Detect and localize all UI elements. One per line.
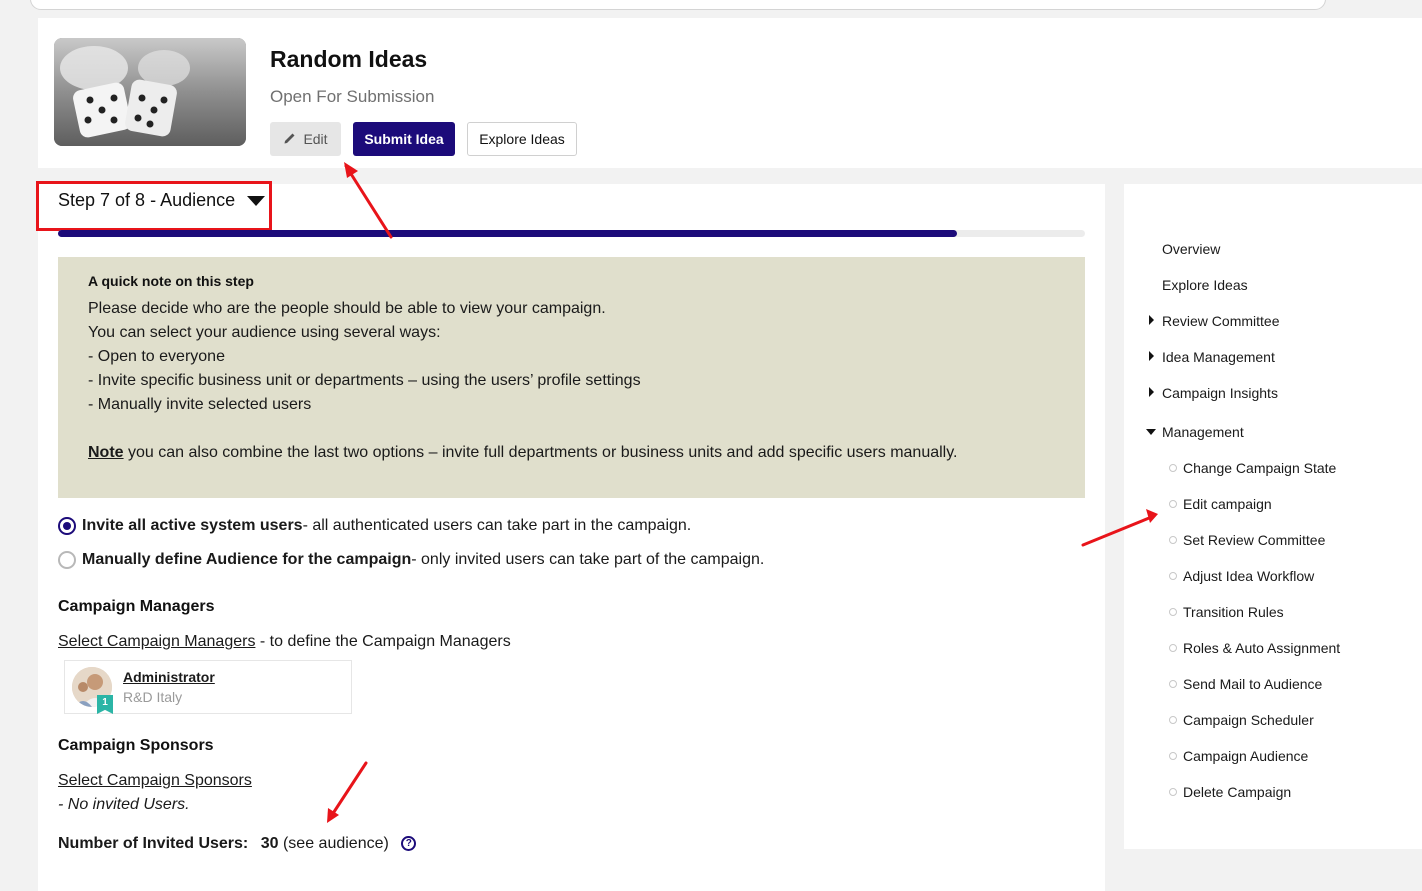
nav-roles-auto-assignment[interactable]: Roles & Auto Assignment [1183,640,1340,656]
nav-idea-management[interactable]: Idea Management [1162,349,1275,365]
explore-ideas-button[interactable]: Explore Ideas [467,122,577,156]
bullet-icon [1169,716,1177,724]
step-label: Step 7 of 8 - Audience [58,190,236,210]
audience-option-label: Manually define Audience for the campaig… [82,551,412,568]
step-selector[interactable]: Step 7 of 8 - Audience [58,190,266,211]
campaign-side-nav: Overview Explore Ideas Review Committee … [1124,184,1422,849]
campaign-status: Open For Submission [270,87,435,106]
nav-campaign-audience[interactable]: Campaign Audience [1183,748,1308,764]
radio-unselected[interactable] [58,551,76,569]
managers-line: Select Campaign Managers - to define the… [58,633,511,651]
bullet-icon [1169,680,1177,688]
step-progress-fill [58,230,957,237]
note-combine-line: Note you can also combine the last two o… [88,441,1055,465]
manager-user-card: 1 Administrator R&D Italy [64,660,352,714]
select-sponsors-link[interactable]: Select Campaign Sponsors [58,772,252,789]
step-progress-bar [58,230,1085,237]
nav-change-campaign-state[interactable]: Change Campaign State [1183,460,1336,476]
note-line: Please decide who are the people should … [88,300,606,317]
managers-link-suffix: - to define the Campaign Managers [255,633,511,650]
manager-user-dept: R&D Italy [123,689,183,705]
nav-edit-campaign[interactable]: Edit campaign [1183,496,1272,512]
nav-adjust-idea-workflow[interactable]: Adjust Idea Workflow [1183,568,1314,584]
audience-option-manual[interactable]: Manually define Audience for the campaig… [58,551,764,569]
top-bar [0,0,1422,18]
note-line: - Manually invite selected users [88,396,312,413]
select-sponsors-link-row: Select Campaign Sponsors [58,772,252,790]
bullet-icon [1169,788,1177,796]
manager-user-name[interactable]: Administrator [123,669,215,685]
nav-set-review-committee[interactable]: Set Review Committee [1183,532,1325,548]
edit-button-label: Edit [303,131,328,147]
nav-campaign-scheduler[interactable]: Campaign Scheduler [1183,712,1314,728]
bullet-icon [1169,464,1177,472]
bullet-icon [1169,644,1177,652]
help-icon[interactable]: ? [401,836,417,851]
nav-transition-rules[interactable]: Transition Rules [1183,604,1284,620]
campaign-title: Random Ideas [270,46,428,72]
caret-right-icon[interactable] [1149,387,1154,397]
caret-right-icon[interactable] [1149,315,1154,325]
nav-review-committee[interactable]: Review Committee [1162,313,1279,329]
note-line: You can select your audience using sever… [88,324,441,341]
search-bar[interactable] [30,0,1326,10]
campaign-image [54,38,246,146]
note-combine-text: you can also combine the last two option… [123,444,958,461]
note-line: - Invite specific business unit or depar… [88,372,641,389]
campaign-header: Random Ideas Open For Submission Edit Su… [38,18,1422,168]
audience-option-all[interactable]: Invite all active system users - all aut… [58,517,691,535]
see-audience-text: (see audience) [282,835,389,852]
bullet-icon [1169,608,1177,616]
bullet-icon [1169,752,1177,760]
managers-heading: Campaign Managers [58,598,215,615]
note-emphasis: Note [88,444,124,461]
note-heading: A quick note on this step [88,273,254,289]
invited-users-count: 30 [260,835,279,852]
pencil-icon [283,131,297,148]
bullet-icon [1169,500,1177,508]
audience-option-desc: - only invited users can take part of th… [411,551,765,568]
nav-overview[interactable]: Overview [1162,241,1220,257]
audience-option-label: Invite all active system users [82,517,303,534]
sponsors-heading: Campaign Sponsors [58,737,214,754]
bullet-icon [1169,536,1177,544]
caret-down-icon [247,195,266,206]
nav-delete-campaign[interactable]: Delete Campaign [1183,784,1291,800]
nav-send-mail[interactable]: Send Mail to Audience [1183,676,1322,692]
audience-option-desc: - all authenticated users can take part … [302,517,692,534]
wizard-panel: Step 7 of 8 - Audience A quick note on t… [36,181,1105,891]
step-note: A quick note on this step Please decide … [58,257,1085,498]
select-managers-link[interactable]: Select Campaign Managers [58,633,255,650]
edit-button[interactable]: Edit [270,122,341,156]
invited-users-label: Number of Invited Users: [58,835,249,852]
note-line: - Open to everyone [88,348,225,365]
sponsors-empty: - No invited Users. [58,796,190,813]
submit-idea-button[interactable]: Submit Idea [353,122,455,156]
nav-campaign-insights[interactable]: Campaign Insights [1162,385,1278,401]
rank-badge: 1 [97,695,113,714]
nav-explore-ideas[interactable]: Explore Ideas [1162,277,1248,293]
bullet-icon [1169,572,1177,580]
caret-right-icon[interactable] [1149,351,1154,361]
invited-users-row: Number of Invited Users: 30 (see audienc… [58,835,417,853]
radio-selected[interactable] [58,517,76,535]
nav-management[interactable]: Management [1162,424,1244,440]
caret-down-icon[interactable] [1146,429,1156,435]
